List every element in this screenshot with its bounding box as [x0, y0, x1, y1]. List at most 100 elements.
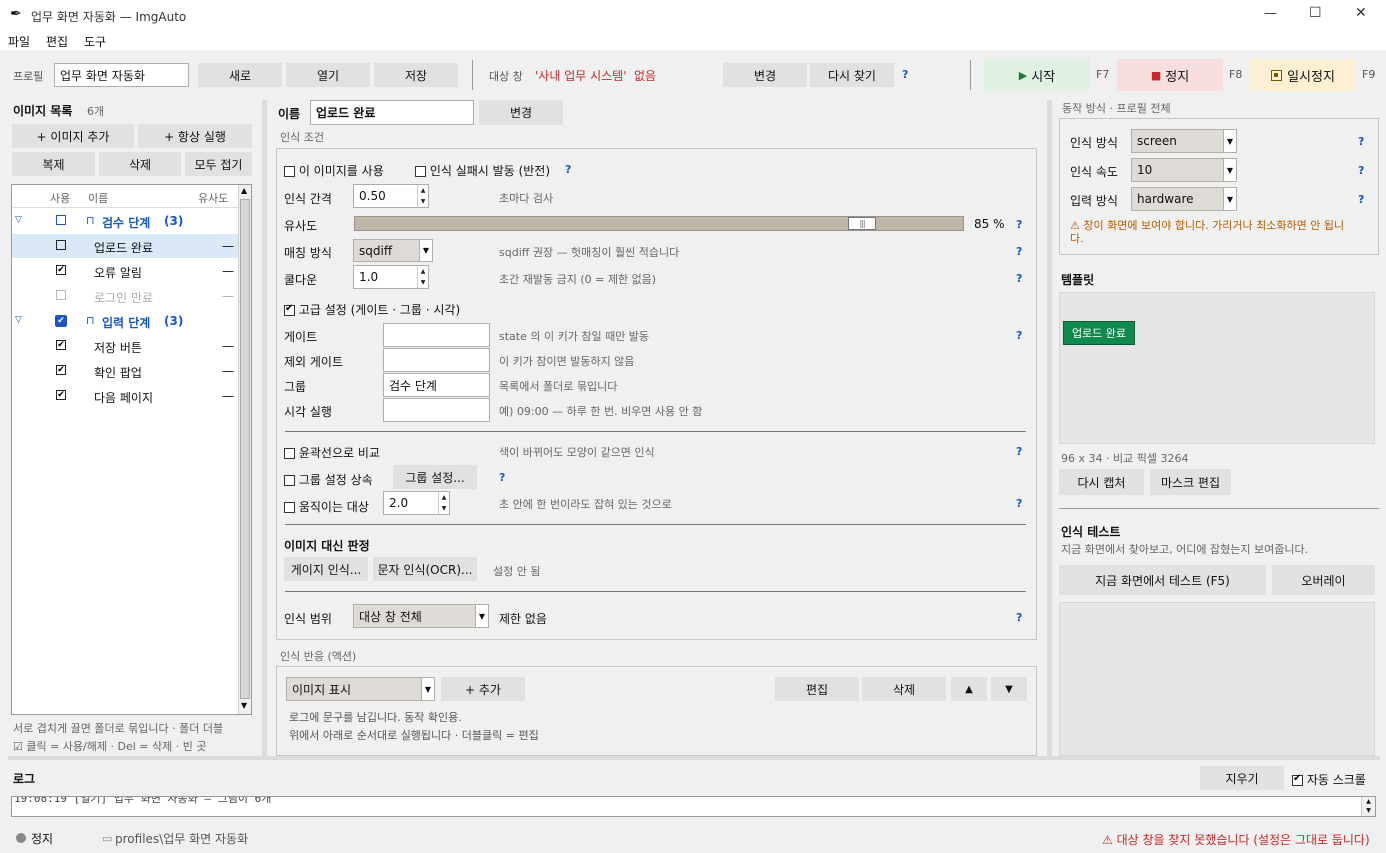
recapture-button[interactable]: 다시 캡처: [1059, 469, 1144, 495]
spin-arrows-icon[interactable]: ▲ ▼: [417, 266, 428, 288]
tree-group[interactable]: ▽ ✔ ⊓ 입력 단계 (3): [12, 309, 238, 333]
contour-check[interactable]: [284, 448, 295, 459]
group-input[interactable]: 검수 단계: [383, 373, 490, 397]
target-change-button[interactable]: 변경: [723, 63, 807, 87]
scroll-up-icon[interactable]: ▲: [241, 186, 247, 195]
group-settings-button[interactable]: 그룹 설정...: [393, 465, 477, 489]
scroll-down-icon[interactable]: ▼: [241, 701, 247, 710]
cooldown-help-icon[interactable]: ?: [1016, 272, 1022, 285]
range-help-icon[interactable]: ?: [1016, 611, 1022, 624]
group-checkbox[interactable]: ✔: [55, 315, 67, 327]
stop-button[interactable]: ■ 정지: [1117, 59, 1223, 91]
similarity-slider[interactable]: |||: [354, 216, 964, 231]
moving-check[interactable]: [284, 502, 295, 513]
item-checkbox[interactable]: [56, 290, 66, 300]
target-help-icon[interactable]: ?: [902, 68, 908, 81]
tree-item[interactable]: 로그인 만료 —: [12, 284, 238, 308]
new-button[interactable]: 새로: [198, 63, 282, 87]
item-checkbox[interactable]: ✔: [56, 265, 66, 275]
gauge-button[interactable]: 게이지 인식...: [284, 557, 368, 581]
invert-check[interactable]: [415, 166, 426, 177]
move-down-button[interactable]: ▼: [991, 677, 1027, 701]
tree-scrollbar[interactable]: ▲ ▼: [238, 185, 251, 714]
expand-arrow-icon[interactable]: ▽: [15, 215, 22, 225]
tree-item[interactable]: 업로드 완료 —: [12, 234, 238, 258]
test-button[interactable]: 지금 화면에서 테스트 (F5): [1059, 565, 1266, 595]
tree-item[interactable]: ✔ 다음 페이지 —: [12, 384, 238, 408]
left-splitter[interactable]: [262, 100, 267, 756]
gate-input[interactable]: [383, 323, 490, 347]
moving-spinner[interactable]: 2.0 ▲ ▼: [383, 491, 450, 515]
copy-button[interactable]: 복제: [12, 152, 95, 176]
collapse-all-button[interactable]: 모두 접기: [185, 152, 252, 176]
method-select[interactable]: screen ▼: [1131, 129, 1237, 153]
range-select[interactable]: 대상 창 전체 ▼: [353, 604, 489, 628]
item-checkbox[interactable]: ✔: [56, 365, 66, 375]
match-help-icon[interactable]: ?: [1016, 245, 1022, 258]
invert-checkbox[interactable]: 인식 실패시 발동 (반전): [415, 162, 550, 179]
profile-input[interactable]: 업무 화면 자동화: [54, 63, 189, 87]
ocr-button[interactable]: 문자 인식(OCR)...: [373, 557, 477, 581]
tree-item[interactable]: ✔ 오류 알림 —: [12, 259, 238, 283]
name-change-button[interactable]: 변경: [479, 100, 563, 125]
contour-help-icon[interactable]: ?: [1016, 445, 1022, 458]
right-splitter[interactable]: [1047, 100, 1052, 756]
log-scrollbar[interactable]: ▲ ▼: [1361, 797, 1375, 816]
autoscroll-checkbox[interactable]: 자동 스크롤: [1292, 771, 1366, 788]
inherit-check[interactable]: [284, 475, 295, 486]
sim-help-icon[interactable]: ?: [1016, 218, 1022, 231]
speed-select[interactable]: 10 ▼: [1131, 158, 1237, 182]
item-checkbox[interactable]: ✔: [56, 340, 66, 350]
menu-tools[interactable]: 도구: [84, 33, 106, 50]
group-checkbox[interactable]: [56, 215, 66, 225]
invert-help-icon[interactable]: ?: [565, 163, 571, 176]
inherit-checkbox[interactable]: 그룹 설정 상속: [284, 471, 373, 488]
moving-help-icon[interactable]: ?: [1016, 497, 1022, 510]
clear-log-button[interactable]: 지우기: [1200, 766, 1284, 790]
item-checkbox[interactable]: [56, 240, 66, 250]
overlay-button[interactable]: 오버레이: [1272, 565, 1375, 595]
refind-button[interactable]: 다시 찾기: [810, 63, 894, 87]
delete-button[interactable]: 삭제: [99, 152, 181, 176]
advanced-checkbox[interactable]: 고급 설정 (게이트 · 그룹 · 시각): [284, 301, 460, 318]
inherit-help-icon[interactable]: ?: [499, 471, 505, 484]
tree-item[interactable]: ✔ 저장 버튼 —: [12, 334, 238, 358]
expand-arrow-icon[interactable]: ▽: [15, 315, 22, 325]
tree-item[interactable]: ✔ 확인 팝업 —: [12, 359, 238, 383]
autoscroll-check[interactable]: [1292, 773, 1303, 786]
exgate-input[interactable]: [383, 348, 490, 372]
minimize-button[interactable]: —: [1264, 6, 1277, 21]
save-button[interactable]: 저장: [374, 63, 458, 87]
cooldown-spinner[interactable]: 1.0 ▲ ▼: [353, 265, 429, 289]
match-select[interactable]: sqdiff ▼: [353, 239, 433, 262]
item-checkbox[interactable]: ✔: [56, 390, 66, 400]
advanced-check[interactable]: [284, 303, 295, 316]
pause-button[interactable]: 일시정지: [1250, 59, 1356, 91]
spin-arrows-icon[interactable]: ▲ ▼: [417, 185, 428, 207]
maximize-button[interactable]: ☐: [1309, 5, 1322, 21]
input-select[interactable]: hardware ▼: [1131, 187, 1237, 211]
contour-checkbox[interactable]: 윤곽선으로 비교: [284, 444, 380, 461]
interval-spinner[interactable]: 0.50 ▲ ▼: [353, 184, 429, 208]
action-edit-button[interactable]: 편집: [775, 677, 859, 701]
mask-button[interactable]: 마스크 편집: [1150, 469, 1231, 495]
start-button[interactable]: ▶ 시작: [984, 59, 1090, 91]
move-up-button[interactable]: ▲: [951, 677, 987, 701]
menu-file[interactable]: 파일: [8, 33, 30, 50]
scroll-thumb[interactable]: [240, 199, 250, 699]
action-add-button[interactable]: + 추가: [441, 677, 525, 701]
open-button[interactable]: 열기: [286, 63, 370, 87]
use-image-check[interactable]: [284, 166, 295, 177]
speed-help-icon[interactable]: ?: [1358, 164, 1364, 177]
name-input[interactable]: 업로드 완료: [310, 100, 474, 125]
time-input[interactable]: [383, 398, 490, 422]
spin-arrows-icon[interactable]: ▲ ▼: [438, 492, 449, 514]
log-box[interactable]: 19:08:19 [열기] 업무 화면 자동화 — 그림이 6개 ▲ ▼: [11, 796, 1376, 817]
slider-thumb[interactable]: |||: [848, 217, 876, 230]
action-select[interactable]: 이미지 표시 ▼: [286, 677, 435, 701]
add-image-button[interactable]: + 이미지 추가: [12, 124, 134, 148]
close-button[interactable]: ✕: [1355, 5, 1367, 21]
bottom-splitter[interactable]: [8, 756, 1380, 760]
input-help-icon[interactable]: ?: [1358, 193, 1364, 206]
menu-edit[interactable]: 편집: [46, 33, 68, 50]
